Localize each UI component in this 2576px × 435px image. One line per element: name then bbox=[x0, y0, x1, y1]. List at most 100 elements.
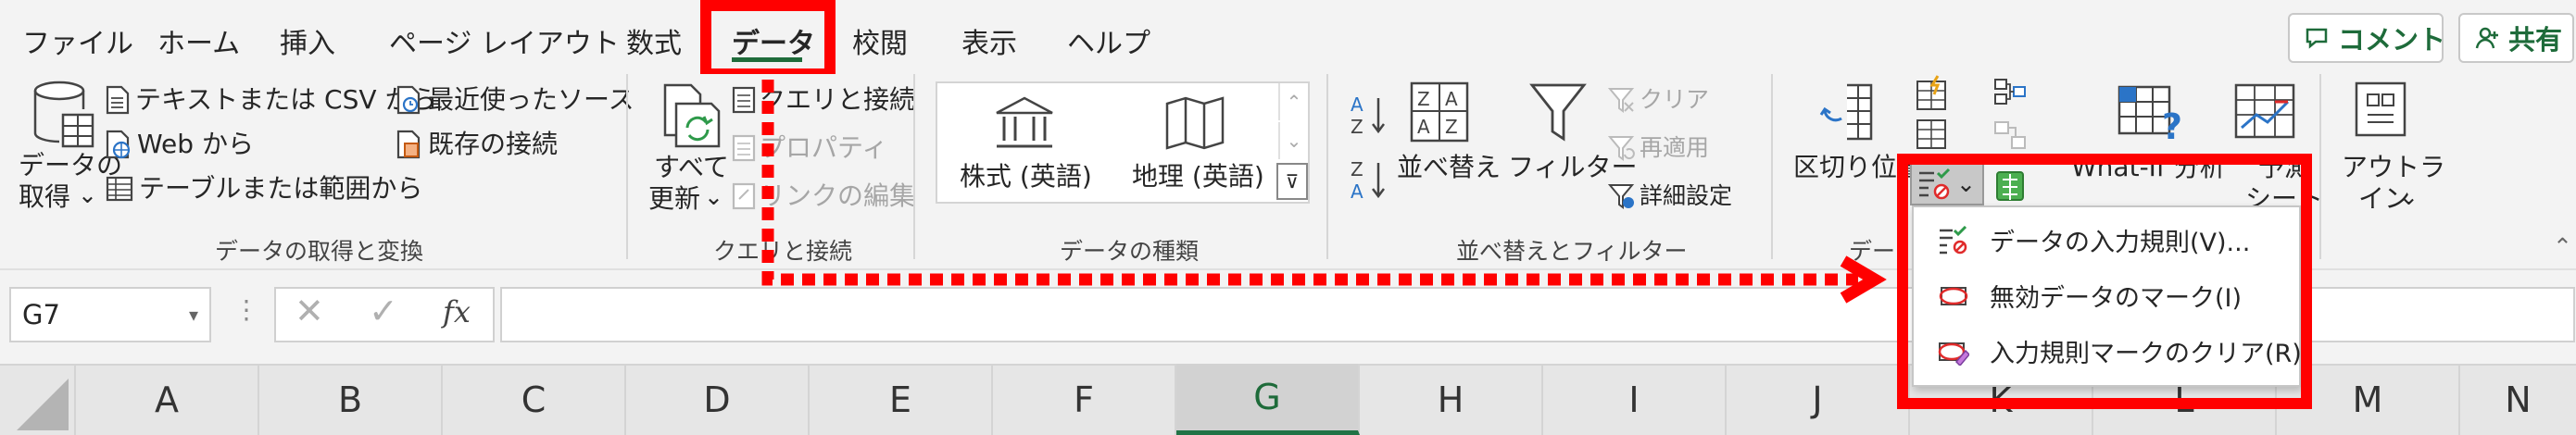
separator bbox=[626, 74, 628, 259]
text-to-columns-button[interactable]: 区切り位置 bbox=[1791, 81, 1923, 193]
tab-file[interactable]: ファイル bbox=[22, 20, 133, 61]
outline-button[interactable]: アウトラ イン ⌄ bbox=[2338, 81, 2445, 220]
funnel-icon bbox=[1528, 81, 1588, 143]
properties-icon bbox=[732, 134, 756, 162]
flash-fill-button[interactable] bbox=[1914, 74, 1951, 113]
properties-button[interactable]: プロパティ bbox=[732, 130, 887, 167]
chevron-down-icon: ⌄ bbox=[78, 181, 97, 208]
svg-text:Z: Z bbox=[1445, 116, 1458, 138]
table-range-button[interactable]: テーブルまたは範囲から bbox=[106, 170, 422, 207]
column-header[interactable]: C bbox=[443, 364, 626, 435]
tab-view[interactable]: 表示 bbox=[961, 20, 1017, 61]
group-label-sort: 並べ替えとフィルター bbox=[1456, 238, 1688, 265]
separator bbox=[1771, 74, 1773, 259]
map-icon bbox=[1163, 94, 1226, 152]
svg-text:?: ? bbox=[2162, 106, 2182, 143]
tab-insert[interactable]: 挿入 bbox=[280, 20, 335, 61]
text-csv-button[interactable]: テキストまたは CSV から bbox=[106, 81, 436, 118]
outline-icon bbox=[2355, 81, 2406, 137]
queries-conn-button[interactable]: クエリと接続 bbox=[732, 81, 915, 118]
separator bbox=[1326, 74, 1328, 259]
svg-text:Z: Z bbox=[1351, 158, 1363, 180]
formula-bar-grip-icon[interactable]: ⋮ bbox=[233, 294, 259, 325]
remove-duplicates-icon bbox=[1914, 117, 1951, 154]
column-header[interactable]: E bbox=[810, 364, 993, 435]
reapply-button[interactable]: 再適用 bbox=[1608, 130, 1709, 167]
comment-button[interactable]: コメント bbox=[2288, 13, 2445, 63]
recent-sources-button[interactable]: 最近使ったソース bbox=[396, 81, 635, 118]
column-header[interactable]: D bbox=[626, 364, 810, 435]
enter-icon[interactable]: ✓ bbox=[369, 291, 398, 331]
existing-connection-icon bbox=[396, 130, 422, 159]
sort-button[interactable]: ZAAZ 並べ替え bbox=[1397, 81, 1501, 193]
gallery-scroll-up[interactable]: ⌃ bbox=[1278, 83, 1308, 120]
recent-sources-label: 最近使ったソース bbox=[428, 84, 635, 116]
sort-label: 並べ替え bbox=[1397, 152, 1502, 182]
gallery-more-button[interactable]: ⊽ bbox=[1276, 163, 1308, 200]
table-icon bbox=[106, 176, 133, 202]
bank-icon bbox=[993, 94, 1056, 152]
tab-page-layout[interactable]: ページ レイアウト bbox=[389, 20, 620, 61]
chevron-down-icon: ⌄ bbox=[2399, 183, 2419, 210]
cancel-icon[interactable]: ✕ bbox=[295, 291, 324, 331]
ribbon-collapse-icon[interactable]: ⌃ bbox=[2553, 233, 2572, 261]
tab-formulas[interactable]: 数式 bbox=[626, 20, 682, 61]
filter-button[interactable]: フィルター bbox=[1508, 81, 1637, 193]
existing-conn-button[interactable]: 既存の接続 bbox=[396, 126, 558, 163]
name-box-value: G7 bbox=[22, 299, 60, 330]
sort-za-button[interactable]: ZA bbox=[1349, 157, 1389, 202]
column-header[interactable]: N bbox=[2460, 364, 2576, 435]
svg-text:A: A bbox=[1351, 93, 1363, 116]
sort-descending-icon: ZA bbox=[1349, 157, 1389, 202]
queries-icon bbox=[732, 86, 756, 114]
svg-text:Z: Z bbox=[1417, 88, 1430, 110]
column-header-selected[interactable]: G bbox=[1176, 364, 1360, 435]
edit-links-button[interactable]: リンクの編集 bbox=[732, 178, 915, 215]
consolidate-button[interactable] bbox=[1992, 74, 2029, 111]
tab-review[interactable]: 校閲 bbox=[852, 20, 908, 61]
flash-fill-icon bbox=[1914, 74, 1951, 113]
sort-az-button[interactable]: AZ bbox=[1349, 93, 1389, 137]
sort-dialog-icon: ZAAZ bbox=[1410, 81, 1469, 143]
get-data-button[interactable]: データの 取得 ⌄ bbox=[19, 80, 122, 218]
highlight-data-tab bbox=[700, 0, 836, 80]
clear-filter-button[interactable]: クリア bbox=[1608, 81, 1709, 118]
column-header[interactable]: H bbox=[1360, 364, 1543, 435]
stocks-label: 株式 (英語) bbox=[960, 161, 1092, 192]
web-button[interactable]: Web から bbox=[106, 126, 254, 163]
group-label-tools: デー bbox=[1849, 238, 1896, 265]
advanced-filter-button[interactable]: 詳細設定 bbox=[1608, 178, 1732, 215]
geography-button[interactable]: 地理 (英語) bbox=[1125, 89, 1288, 200]
text-to-columns-icon bbox=[1819, 81, 1879, 143]
consolidate-icon bbox=[1992, 74, 2029, 111]
tab-home[interactable]: ホーム bbox=[157, 20, 240, 61]
gallery-scroll-down[interactable]: ⌄ bbox=[1278, 122, 1308, 159]
column-header[interactable]: I bbox=[1543, 364, 1727, 435]
insert-function-icon[interactable]: fx bbox=[443, 294, 471, 329]
column-header[interactable]: J bbox=[1727, 364, 1910, 435]
name-box[interactable]: G7 ▾ bbox=[9, 287, 211, 342]
forecast-chart-icon bbox=[2234, 81, 2297, 143]
separator bbox=[2319, 74, 2321, 259]
tab-help[interactable]: ヘルプ bbox=[1067, 20, 1150, 61]
comment-icon bbox=[2305, 27, 2329, 49]
table-range-label: テーブルまたは範囲から bbox=[139, 173, 423, 205]
column-header[interactable]: A bbox=[76, 364, 259, 435]
database-icon bbox=[31, 80, 96, 154]
text-csv-label: テキストまたは CSV から bbox=[135, 84, 437, 116]
stocks-button[interactable]: 株式 (英語) bbox=[954, 89, 1117, 200]
column-header[interactable]: B bbox=[259, 364, 443, 435]
column-header[interactable]: F bbox=[993, 364, 1176, 435]
relationships-button[interactable] bbox=[1992, 117, 2029, 154]
share-button[interactable]: 共有 bbox=[2458, 13, 2574, 63]
select-all-corner[interactable] bbox=[0, 364, 76, 435]
get-data-label-2: 取得 bbox=[19, 181, 71, 212]
edit-links-label: リンクの編集 bbox=[760, 180, 916, 212]
ribbon-tab-bar bbox=[0, 0, 2576, 74]
svg-text:A: A bbox=[1351, 180, 1363, 202]
properties-label: プロパティ bbox=[760, 132, 888, 164]
refresh-all-button[interactable]: すべて 更新 ⌄ bbox=[648, 81, 732, 220]
clear-filter-icon bbox=[1608, 86, 1636, 114]
existing-conn-label: 既存の接続 bbox=[428, 129, 559, 160]
remove-duplicates-button[interactable] bbox=[1914, 117, 1951, 154]
